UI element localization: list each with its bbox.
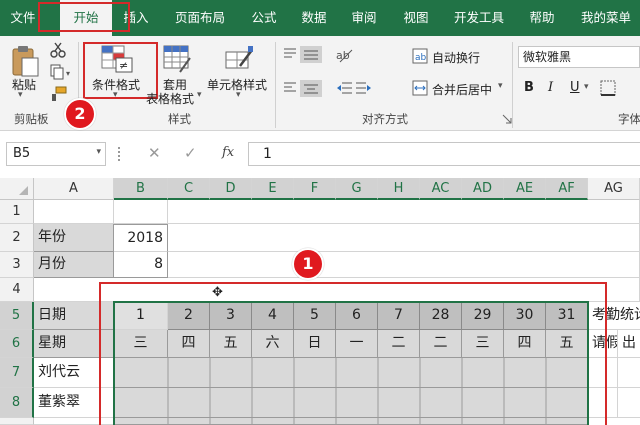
svg-text:ab: ab xyxy=(336,49,350,62)
cell-a2-year-label[interactable]: 年份 xyxy=(34,224,114,252)
svg-text:▾: ▾ xyxy=(66,69,70,78)
column-header-a[interactable]: A xyxy=(34,178,114,200)
row-header-4[interactable]: 4 xyxy=(0,278,34,302)
merge-center-button[interactable]: 合并后居中 xyxy=(432,81,492,98)
enter-check-icon[interactable]: ✓ xyxy=(184,144,197,162)
cut-icon[interactable] xyxy=(50,42,66,58)
alignment-launcher-icon[interactable] xyxy=(502,114,512,124)
ribbon-separator xyxy=(512,42,513,128)
row-header-2[interactable]: 2 xyxy=(0,224,34,252)
row-header-8[interactable]: 8 xyxy=(0,388,34,418)
cell-ah6-out-label[interactable]: 出 xyxy=(618,330,640,358)
paste-button-label[interactable]: 粘贴 xyxy=(12,76,36,93)
column-header-f[interactable]: F xyxy=(294,178,336,200)
alignment-group-label: 对齐方式 xyxy=(362,112,408,126)
cell-b1[interactable] xyxy=(114,200,168,224)
cell-b3-month-value[interactable]: 8 xyxy=(114,252,168,278)
move-cursor-icon: ✥ xyxy=(212,285,223,300)
step-1-badge: 1 xyxy=(292,248,324,280)
font-name-combobox[interactable]: 微软雅黑 xyxy=(518,46,640,68)
tab-review[interactable]: 审阅 xyxy=(344,0,384,36)
paste-icon[interactable] xyxy=(10,44,40,78)
home-tab-highlight-box xyxy=(38,2,130,32)
format-as-table-icon[interactable] xyxy=(162,44,192,74)
column-header-ad[interactable]: AD xyxy=(462,178,504,200)
format-painter-icon[interactable] xyxy=(50,86,68,102)
underline-button[interactable]: U xyxy=(570,80,580,95)
column-header-ae[interactable]: AE xyxy=(504,178,546,200)
row-3-rest[interactable] xyxy=(168,252,640,278)
tab-my-menu[interactable]: 我的菜单 xyxy=(574,0,638,36)
row-1-rest[interactable] xyxy=(168,200,640,224)
name-box-chevron-icon[interactable]: ▾ xyxy=(96,147,101,157)
row-header-1[interactable]: 1 xyxy=(0,200,34,224)
row-header-9[interactable] xyxy=(0,418,34,425)
tab-help[interactable]: 帮助 xyxy=(522,0,562,36)
formula-input[interactable]: 1 xyxy=(248,142,640,166)
column-header-af[interactable]: AF xyxy=(546,178,588,200)
column-header-e[interactable]: E xyxy=(252,178,294,200)
step-2-badge: 2 xyxy=(64,98,96,130)
svg-text:ab: ab xyxy=(415,53,427,63)
tab-view[interactable]: 视图 xyxy=(396,0,436,36)
tab-file[interactable]: 文件 xyxy=(4,0,42,36)
formula-value: 1 xyxy=(263,146,272,162)
wrap-text-icon[interactable]: ab xyxy=(412,48,428,64)
wrap-text-button[interactable]: 自动换行 xyxy=(432,49,480,66)
tab-developer[interactable]: 开发工具 xyxy=(446,0,512,36)
column-header-g[interactable]: G xyxy=(336,178,378,200)
row-2-rest[interactable] xyxy=(168,224,640,252)
tab-data[interactable]: 数据 xyxy=(294,0,334,36)
paste-dropdown-chevron-icon[interactable]: ▾ xyxy=(18,90,23,100)
bold-button[interactable]: B xyxy=(524,80,534,95)
format-as-table-label-2[interactable]: 表格格式 xyxy=(146,90,194,107)
column-header-h[interactable]: H xyxy=(378,178,420,200)
cell-a1[interactable] xyxy=(34,200,114,224)
styles-group-label: 样式 xyxy=(168,112,191,126)
column-header-ag[interactable]: AG xyxy=(588,178,640,200)
text-orientation-icon[interactable]: ab xyxy=(336,46,356,64)
cancel-icon[interactable]: ✕ xyxy=(148,144,161,162)
insert-function-icon[interactable]: fx xyxy=(222,145,234,160)
italic-button[interactable]: I xyxy=(548,80,553,95)
column-header-ac[interactable]: AC xyxy=(420,178,462,200)
cell-ah8[interactable] xyxy=(618,388,640,418)
column-header-c[interactable]: C xyxy=(168,178,210,200)
horizontal-align-icons[interactable] xyxy=(282,80,330,98)
cell-ah7[interactable] xyxy=(618,358,640,388)
indent-icons[interactable] xyxy=(336,80,372,98)
formula-bar-grip xyxy=(118,147,122,161)
cell-styles-chevron-icon[interactable]: ▾ xyxy=(236,90,241,100)
column-header-b[interactable]: B xyxy=(114,178,168,200)
vertical-align-icons[interactable] xyxy=(282,46,330,64)
tab-page-layout[interactable]: 页面布局 xyxy=(168,0,232,36)
cell-styles-icon[interactable] xyxy=(224,44,254,74)
name-box-value: B5 xyxy=(13,146,31,161)
merge-center-chevron-icon[interactable]: ▾ xyxy=(498,81,503,91)
border-icon[interactable] xyxy=(600,80,618,96)
tab-formulas[interactable]: 公式 xyxy=(244,0,284,36)
name-box[interactable]: B5 ▾ xyxy=(6,142,106,166)
row-header-7[interactable]: 7 xyxy=(0,358,34,388)
format-as-table-chevron-icon[interactable]: ▾ xyxy=(197,90,202,100)
clipboard-group-label: 剪贴板 xyxy=(14,112,49,126)
column-header-d[interactable]: D xyxy=(210,178,252,200)
row-header-3[interactable]: 3 xyxy=(0,252,34,278)
ribbon-separator xyxy=(275,42,276,128)
merge-center-icon[interactable] xyxy=(412,80,428,96)
font-group-label: 字体 xyxy=(618,112,640,126)
cell-a3-month-label[interactable]: 月份 xyxy=(34,252,114,278)
underline-chevron-icon[interactable]: ▾ xyxy=(584,82,589,92)
row-header-6[interactable]: 6 xyxy=(0,330,34,358)
select-all-corner[interactable] xyxy=(0,178,34,200)
range-highlight-box xyxy=(99,282,607,425)
copy-icon[interactable]: ▾ xyxy=(50,64,74,80)
cell-b2-year-value[interactable]: 2018 xyxy=(114,224,168,252)
row-header-5[interactable]: 5 xyxy=(0,302,34,330)
